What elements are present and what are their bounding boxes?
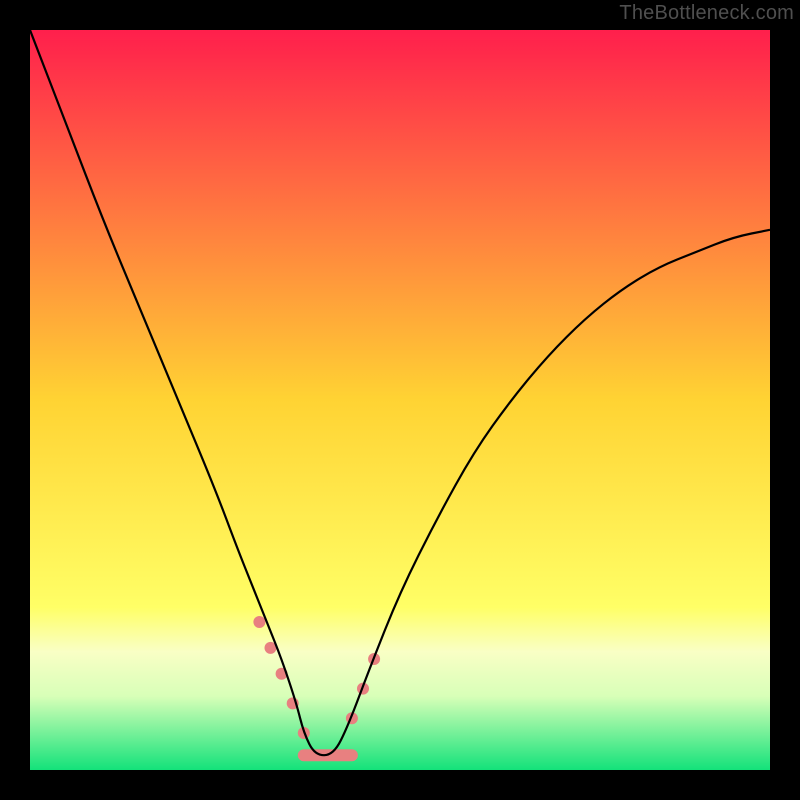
chart-svg xyxy=(30,30,770,770)
outer-frame: TheBottleneck.com xyxy=(0,0,800,800)
marker-dot xyxy=(253,616,265,628)
chart-background xyxy=(30,30,770,770)
plot-area xyxy=(30,30,770,770)
watermark-text: TheBottleneck.com xyxy=(619,2,794,25)
